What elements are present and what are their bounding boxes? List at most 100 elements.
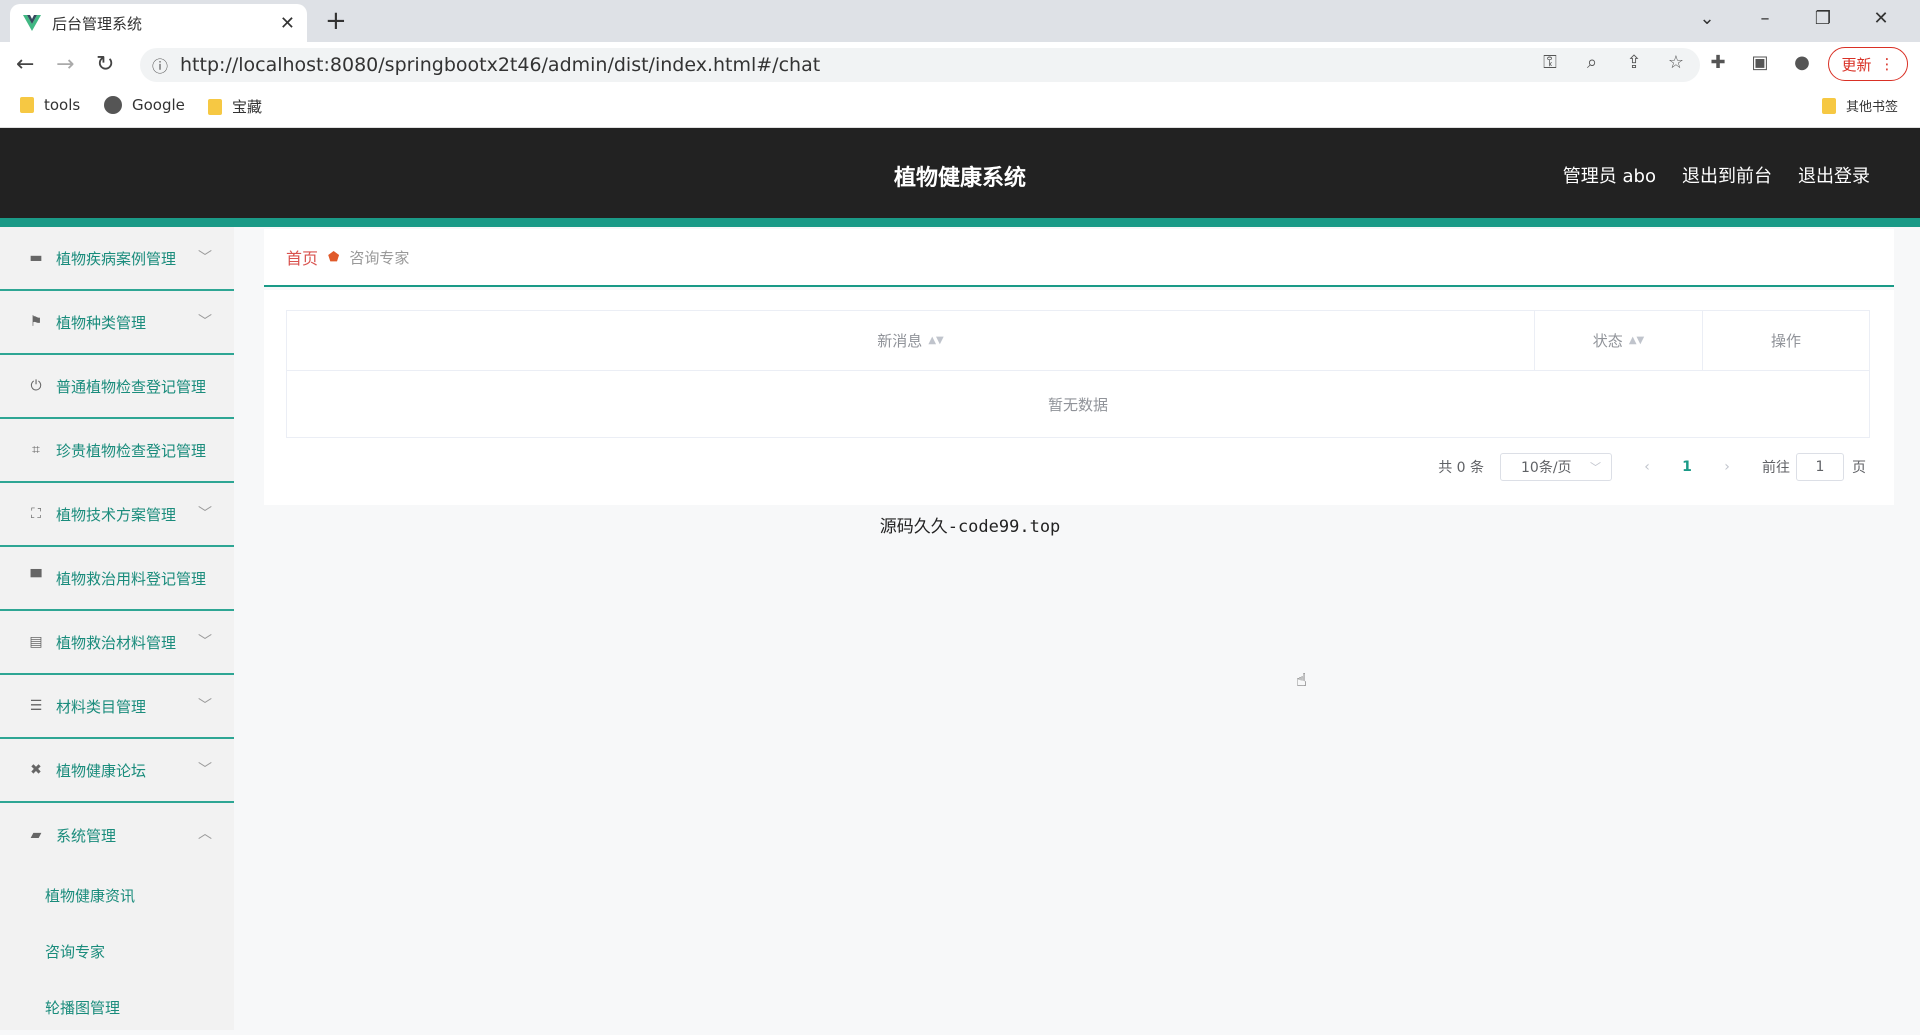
header-links: 管理员 abo 退出到前台 退出登录 [1563, 162, 1870, 188]
url-field[interactable]: ⓘ http://localhost:8080/springbootx2t46/… [140, 48, 1700, 82]
chevron-down-icon: ﹀ [198, 698, 212, 714]
restore-icon[interactable]: ❐ [1794, 0, 1852, 38]
column-actions: 操作 [1703, 311, 1869, 370]
sidebar-item-plant-types[interactable]: ⚑ 植物种类管理 ﹀ [0, 291, 234, 355]
sidebar-item-label: 材料类目管理 [56, 697, 147, 716]
bookmark-google[interactable]: Google [104, 96, 185, 114]
chevron-down-icon: ﹀ [198, 314, 212, 330]
column-new-message[interactable]: 新消息 ▲▼ [287, 311, 1535, 370]
sidebar-item-label: 植物救治材料管理 [56, 633, 177, 652]
sliders-icon: ☰ [29, 698, 43, 714]
sidebar-item-label: 珍贵植物检查登记管理 [56, 441, 207, 460]
sidebar-item-label: 系统管理 [56, 826, 117, 845]
back-icon[interactable]: ← [16, 52, 34, 77]
sidebar-subitem-carousel[interactable]: 轮播图管理 [0, 979, 234, 1035]
sidebar-subitem-consult-expert[interactable]: 咨询专家 [0, 923, 234, 979]
page-number[interactable]: 1 [1662, 459, 1712, 475]
empty-state: 暂无数据 [1047, 395, 1108, 414]
breadcrumb-separator-icon: ⬟ [328, 249, 340, 265]
briefcase-icon: ▬ [29, 250, 43, 266]
table-header: 新消息 ▲▼ 状态 ▲▼ 操作 [287, 311, 1869, 371]
profile-icon[interactable]: ● [1792, 52, 1812, 73]
chevron-up-icon: ︿ [198, 826, 212, 842]
prev-page-button[interactable]: ‹ [1632, 459, 1662, 475]
folder-icon [208, 98, 222, 115]
breadcrumb-home[interactable]: 首页 [286, 245, 318, 269]
sidebar-item-rare-check[interactable]: ⌗ 珍贵植物检查登记管理 [0, 419, 234, 483]
browser-toolbar: ⚿ ⌕ ⇪ ☆ ✚ ▣ ● [1540, 52, 1812, 73]
bookmark-other[interactable]: 其他书签 [1822, 96, 1898, 115]
bookmark-tools[interactable]: tools [20, 96, 80, 114]
sidebar-item-material-usage[interactable]: ▀ 植物救治用料登记管理 [0, 547, 234, 611]
zoom-icon[interactable]: ⌕ [1582, 52, 1602, 73]
minimize-icon[interactable]: – [1736, 0, 1794, 38]
star-icon[interactable]: ☆ [1666, 52, 1686, 73]
sidebar-item-materials[interactable]: ▤ 植物救治材料管理 ﹀ [0, 611, 234, 675]
content-card: 新消息 ▲▼ 状态 ▲▼ 操作 暂无数据 共 0 条 10条/页 ﹀ ‹ 1 ›… [264, 290, 1894, 505]
new-tab-icon[interactable]: + [325, 6, 347, 36]
sidebar-item-material-categories[interactable]: ☰ 材料类目管理 ﹀ [0, 675, 234, 739]
chat-icon: ▰ [30, 827, 42, 843]
admin-user-label: 管理员 abo [1562, 166, 1656, 187]
site-info-icon[interactable]: ⓘ [152, 53, 168, 77]
reload-icon[interactable]: ↻ [96, 52, 114, 77]
update-label: 更新 [1841, 55, 1872, 74]
sidebar-item-label: 植物救治用料登记管理 [56, 569, 207, 588]
bookmark-treasure[interactable]: 宝藏 [208, 96, 262, 117]
folder-icon [20, 97, 34, 113]
clipboard-icon: ▤ [29, 634, 43, 650]
sort-icon[interactable]: ▲▼ [1629, 335, 1644, 346]
next-page-button[interactable]: › [1712, 459, 1742, 475]
goto-page-input[interactable]: 1 [1796, 453, 1844, 481]
bookmark-label: 其他书签 [1846, 100, 1899, 115]
close-window-icon[interactable]: ✕ [1852, 0, 1910, 38]
sidebar-item-disease-cases[interactable]: ▬ 植物疾病案例管理 ﹀ [0, 227, 234, 291]
kebab-menu-icon: ⋮ [1879, 55, 1895, 73]
sort-icon[interactable]: ▲▼ [928, 335, 943, 346]
key-icon[interactable]: ⚿ [1540, 52, 1560, 73]
browser-tab[interactable]: 后台管理系统 ✕ [10, 4, 307, 42]
column-label: 新消息 [877, 332, 923, 350]
sidebar-subitem-news[interactable]: 植物健康资讯 [0, 867, 234, 923]
sidebar-item-label: 植物种类管理 [56, 313, 147, 332]
crop-icon: ⌗ [32, 442, 40, 458]
data-table: 新消息 ▲▼ 状态 ▲▼ 操作 暂无数据 [286, 310, 1870, 438]
monitor-icon: ▀ [30, 570, 42, 586]
share-icon[interactable]: ⇪ [1624, 52, 1644, 73]
folder-icon [1822, 97, 1836, 114]
footer-note: 源码久久-code99.top [879, 517, 1061, 537]
vue-logo-icon [23, 15, 41, 31]
sidepanel-icon[interactable]: ▣ [1750, 52, 1770, 73]
sidebar: ▬ 植物疾病案例管理 ﹀ ⚑ 植物种类管理 ﹀ ⏻ 普通植物检查登记管理 ⌗ 珍… [0, 227, 234, 1030]
sidebar-item-forum[interactable]: ✖ 植物健康论坛 ﹀ [0, 739, 234, 803]
update-button[interactable]: 更新 ⋮ [1828, 47, 1908, 81]
close-tab-icon[interactable]: ✕ [280, 13, 295, 34]
sidebar-item-common-check[interactable]: ⏻ 普通植物检查登记管理 [0, 355, 234, 419]
ticket-icon: ✖ [30, 762, 42, 778]
browser-tab-bar: 后台管理系统 ✕ + ⌄ – ❐ ✕ [0, 0, 1920, 42]
tab-title: 后台管理系统 [52, 14, 143, 33]
tab-search-icon[interactable]: ⌄ [1678, 0, 1736, 38]
chevron-down-icon: ﹀ [198, 250, 212, 266]
globe-icon [104, 96, 122, 114]
sidebar-item-label: 植物疾病案例管理 [56, 249, 177, 268]
power-icon: ⏻ [30, 378, 42, 394]
page-size-value: 10条/页 [1521, 460, 1572, 476]
hand-cursor-icon: ☝ [1296, 670, 1307, 691]
url-text: http://localhost:8080/springbootx2t46/ad… [180, 54, 821, 76]
window-controls: ⌄ – ❐ ✕ [1678, 0, 1910, 38]
flag-icon: ⚑ [29, 314, 43, 330]
chevron-down-icon: ﹀ [1590, 461, 1601, 474]
logout-link[interactable]: 退出登录 [1798, 162, 1870, 188]
breadcrumb-current: 咨询专家 [349, 248, 410, 267]
forward-icon[interactable]: → [56, 52, 74, 77]
bookmarks-bar: tools Google 宝藏 其他书签 [0, 88, 1920, 128]
column-label: 状态 [1592, 332, 1623, 350]
column-status[interactable]: 状态 ▲▼ [1535, 311, 1703, 370]
header-stripe [0, 218, 1920, 227]
sidebar-item-system[interactable]: ▰ 系统管理 ︿ [0, 803, 234, 867]
exit-to-front-link[interactable]: 退出到前台 [1682, 162, 1772, 188]
bookmark-label: tools [44, 96, 81, 114]
extensions-icon[interactable]: ✚ [1708, 52, 1728, 73]
page-size-select[interactable]: 10条/页 ﹀ [1500, 453, 1612, 481]
